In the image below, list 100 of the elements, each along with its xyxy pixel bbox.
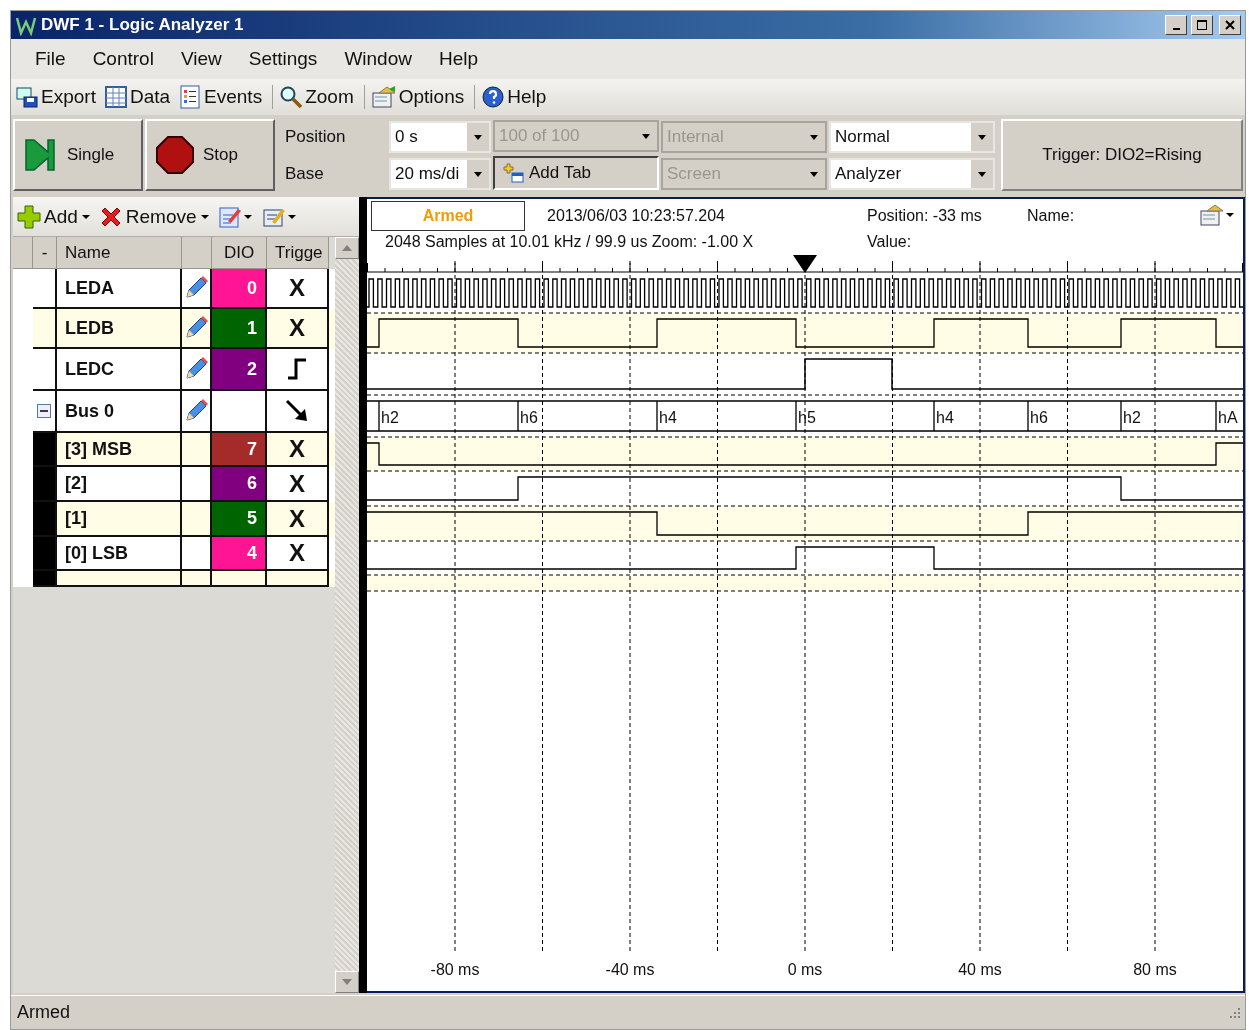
table-cell [212,571,267,587]
bus-value: h5 [798,409,816,426]
dio-number: 2 [212,349,267,391]
edit-icon [217,204,254,229]
toolbar-button[interactable]: Data [101,85,177,109]
window-title: DWF 1 - Logic Analyzer 1 [41,15,245,35]
caret-icon [199,212,210,221]
pencil-icon[interactable] [183,315,209,341]
dio-number: 4 [212,537,267,571]
export-icon [15,85,39,109]
axis-label: -80 ms [430,961,480,978]
channel-row[interactable]: LEDC 2 [13,349,335,391]
base-field[interactable]: 20 ms/di [389,157,491,190]
menu-item[interactable]: Control [80,48,169,70]
status-text: Armed [17,1002,70,1023]
maximize-icon [1196,19,1208,31]
caret-icon [467,122,489,151]
channel-row[interactable]: [0] LSB 4 X [13,537,335,571]
collapse-icon[interactable] [37,404,51,418]
bus-value: h6 [520,409,538,426]
search-icon [279,85,304,109]
close-button[interactable] [1219,15,1241,35]
maximize-button[interactable] [1191,15,1213,35]
base-label: Base [284,163,325,184]
remove-button[interactable]: Remove [98,204,214,229]
toolbar-button[interactable]: Help [479,85,553,109]
trigger-status: Trigger: DIO2=Rising [1001,119,1243,191]
channel-row[interactable]: LEDB 1 X [13,309,335,349]
axis-label: -40 ms [605,961,655,978]
dio-number: 6 [212,467,267,502]
position-label: Position [284,126,347,147]
group-indicator [33,467,57,502]
arrow-icon[interactable] [285,399,309,423]
add-tab-button[interactable]: Add Tab [493,156,659,190]
scroll-down-button[interactable] [335,971,359,993]
minimize-icon [1172,28,1180,30]
table-icon [103,85,128,109]
plot-options-button[interactable] [1199,203,1235,227]
position-field[interactable]: 0 s [389,120,491,153]
toolbar-button[interactable]: Zoom [277,85,360,109]
bus-value: h4 [659,409,677,426]
timestamp: 2013/06/03 10:23:57.204 [547,207,725,225]
table-cell [182,571,212,587]
scrollbar[interactable] [335,237,359,993]
menu-item[interactable]: View [168,48,237,70]
header-cell [182,237,212,269]
options-icon [1199,203,1235,227]
trigger-marker-icon[interactable] [793,255,817,273]
channel-row[interactable]: LEDA 0 X [13,269,335,309]
scroll-up-icon [342,245,352,251]
menu-item[interactable]: File [23,48,81,70]
axis-label: 0 ms [787,961,823,978]
channel-row[interactable]: [3] MSB 7 X [13,433,335,467]
bus-value: h6 [1030,409,1048,426]
acquisition-state: Armed [371,201,525,231]
menu-item[interactable]: Window [332,48,427,70]
column-header[interactable]: Name [57,237,182,269]
caret-icon [467,159,489,188]
menu-item[interactable]: Settings [236,48,333,70]
caret-icon [80,212,91,221]
column-header[interactable]: DIO [212,237,267,269]
pencil-icon[interactable] [183,275,209,301]
stop-button[interactable]: Stop [145,119,275,191]
bus-value: h2 [381,409,399,426]
toolbar-button[interactable]: Events [176,85,269,109]
single-button[interactable]: Single [13,119,143,191]
group-indicator [33,502,57,537]
scroll-up-button[interactable] [335,237,359,259]
scroll-down-icon [342,979,352,985]
add-tab-icon [501,162,525,184]
value-label: Value: [867,233,912,251]
menu-item[interactable]: Help [426,48,494,70]
column-header[interactable]: Trigge [275,242,323,263]
pencil-icon[interactable] [183,356,209,382]
dropdown[interactable]: Analyzer [829,157,995,190]
name-label: Name: [1027,207,1075,225]
caret-icon [971,122,993,151]
bus-value: h2 [1123,409,1141,426]
channel-row[interactable]: [1] 5 X [13,502,335,537]
resize-grip-icon[interactable] [1227,1005,1241,1020]
axis-label: 80 ms [1133,961,1177,978]
toolbar-button[interactable]: Export [13,85,102,109]
cursor-position: Position: -33 ms [867,207,982,225]
pencil-icon[interactable] [183,398,209,424]
dio-number: 0 [212,269,267,309]
rising-edge-icon[interactable] [285,357,309,381]
dio-number: 7 [212,433,267,467]
toolbar-button[interactable]: Options [368,85,471,109]
dio-number: 1 [212,309,267,349]
add-button[interactable]: Add [17,204,95,229]
column-header[interactable]: - [33,237,57,269]
options-icon [370,85,397,109]
minimize-button[interactable] [1165,15,1187,35]
bus-value: h4 [936,409,954,426]
axis-label: 40 ms [958,961,1002,978]
help-icon [481,85,506,109]
bus-value: hA [1218,409,1238,426]
channel-row[interactable]: Bus 0 [13,391,335,433]
channel-row[interactable]: [2] 6 X [13,467,335,502]
dropdown[interactable]: Normal [829,120,995,153]
